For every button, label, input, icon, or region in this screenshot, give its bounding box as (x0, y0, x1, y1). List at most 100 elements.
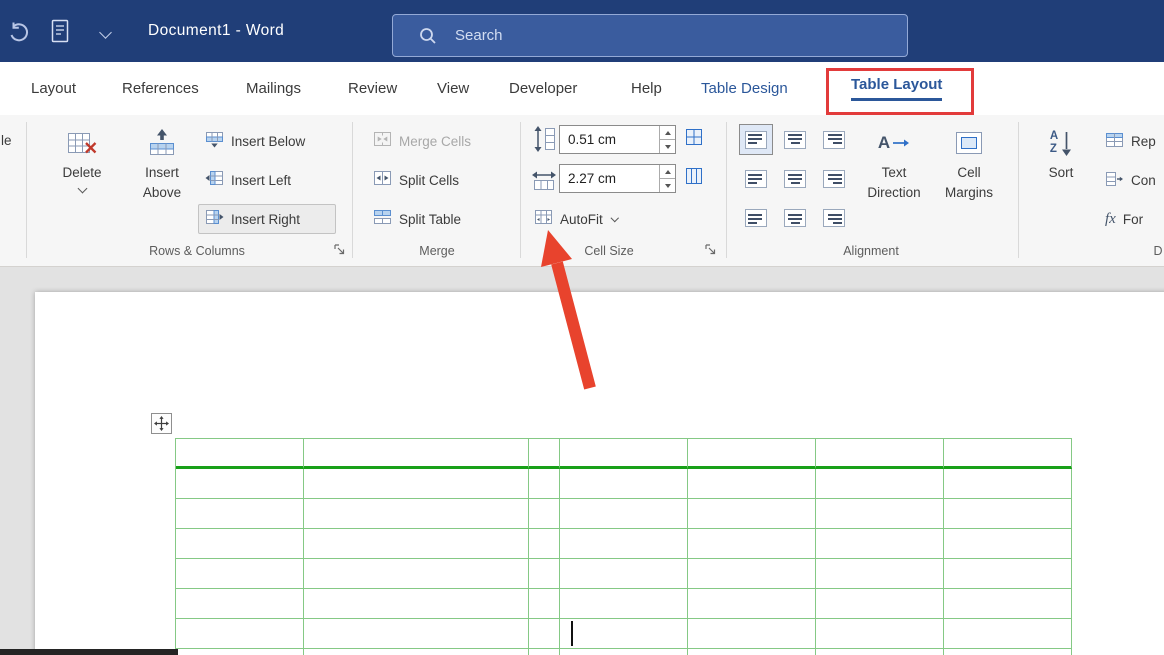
table-cell[interactable] (529, 499, 560, 529)
tab-developer[interactable]: Developer (509, 62, 577, 115)
table-cell[interactable] (529, 619, 560, 649)
table-cell[interactable] (816, 499, 944, 529)
align-center-button[interactable] (778, 163, 812, 194)
delete-button[interactable]: Delete (52, 121, 112, 241)
table-cell[interactable] (304, 499, 529, 529)
height-spin-up-button[interactable] (660, 126, 675, 140)
table-cell[interactable] (560, 499, 688, 529)
convert-to-text-button[interactable]: Con (1098, 165, 1164, 195)
table-cell[interactable] (944, 439, 1072, 469)
table-cell[interactable] (688, 499, 816, 529)
table-cell[interactable] (816, 589, 944, 619)
align-bottom-left-button[interactable] (739, 202, 773, 233)
table-cell[interactable] (944, 589, 1072, 619)
table-cell[interactable] (304, 529, 529, 559)
table-cell[interactable] (560, 619, 688, 649)
align-bottom-right-button[interactable] (817, 202, 851, 233)
undo-icon[interactable] (8, 21, 31, 49)
table-cell[interactable] (944, 619, 1072, 649)
table-row-height-field[interactable]: 0.51 cm (559, 125, 676, 154)
table-cell[interactable] (304, 469, 529, 499)
table-cell[interactable] (176, 649, 304, 655)
autofit-button[interactable]: AutoFit (527, 204, 645, 234)
table-move-handle[interactable] (151, 413, 172, 434)
table-cell[interactable] (176, 529, 304, 559)
table-cell[interactable] (816, 529, 944, 559)
table-cell[interactable] (529, 649, 560, 655)
width-spin-up-button[interactable] (660, 165, 675, 179)
table-cell[interactable] (816, 649, 944, 655)
tab-table-design[interactable]: Table Design (701, 62, 788, 115)
table-cell[interactable] (560, 559, 688, 589)
tab-help[interactable]: Help (631, 62, 662, 115)
table-cell[interactable] (688, 559, 816, 589)
formula-button[interactable]: fx For (1098, 204, 1164, 234)
table-cell[interactable] (816, 439, 944, 469)
table-cell[interactable] (304, 559, 529, 589)
table-cell[interactable] (560, 529, 688, 559)
table-cell[interactable] (304, 649, 529, 655)
document-preview-icon[interactable] (50, 19, 70, 48)
rows-columns-dialog-launcher[interactable] (333, 243, 346, 256)
cell-size-dialog-launcher[interactable] (704, 243, 717, 256)
table-cell[interactable] (816, 559, 944, 589)
align-center-left-button[interactable] (739, 163, 773, 194)
height-spin-down-button[interactable] (660, 140, 675, 153)
cell-margins-button[interactable]: Cell Margins (936, 121, 1002, 241)
split-table-button[interactable]: Split Table (366, 204, 498, 234)
table-cell[interactable] (176, 499, 304, 529)
table-column-width-field[interactable]: 2.27 cm (559, 164, 676, 193)
table-cell[interactable] (944, 559, 1072, 589)
table-cell[interactable] (560, 469, 688, 499)
table-cell[interactable] (304, 619, 529, 649)
insert-above-button[interactable]: Insert Above (131, 121, 193, 241)
table-cell[interactable] (529, 589, 560, 619)
table-cell[interactable] (944, 499, 1072, 529)
split-cells-button[interactable]: Split Cells (366, 165, 498, 195)
search-box[interactable]: Search (392, 14, 908, 57)
tab-review[interactable]: Review (348, 62, 397, 115)
tab-mailings[interactable]: Mailings (246, 62, 301, 115)
align-bottom-center-button[interactable] (778, 202, 812, 233)
table-cell[interactable] (176, 469, 304, 499)
tab-view[interactable]: View (437, 62, 469, 115)
merge-cells-button[interactable]: Merge Cells (366, 126, 498, 156)
table-cell[interactable] (304, 589, 529, 619)
insert-below-button[interactable]: Insert Below (198, 126, 336, 156)
table-cell[interactable] (176, 439, 304, 469)
table-cell[interactable] (529, 439, 560, 469)
tab-references[interactable]: References (122, 62, 199, 115)
tab-layout[interactable]: Layout (31, 62, 76, 115)
width-spin-down-button[interactable] (660, 179, 675, 192)
insert-left-button[interactable]: Insert Left (198, 165, 336, 195)
table-cell[interactable] (688, 649, 816, 655)
table-cell[interactable] (304, 439, 529, 469)
table-cell[interactable] (944, 529, 1072, 559)
table-cell[interactable] (176, 589, 304, 619)
table-cell[interactable] (816, 619, 944, 649)
table-cell[interactable] (688, 439, 816, 469)
sort-button[interactable]: A Z Sort (1035, 121, 1087, 241)
quick-access-chevron-icon[interactable] (99, 26, 112, 39)
text-direction-button[interactable]: A Text Direction (862, 121, 926, 241)
align-top-right-button[interactable] (817, 124, 851, 155)
table-cell[interactable] (560, 439, 688, 469)
align-top-left-button[interactable] (739, 124, 773, 155)
table-cell[interactable] (944, 469, 1072, 499)
table-cell[interactable] (529, 529, 560, 559)
insert-right-button[interactable]: Insert Right (198, 204, 336, 234)
table-cell[interactable] (688, 529, 816, 559)
table-cell[interactable] (816, 469, 944, 499)
table-cell[interactable] (529, 559, 560, 589)
table-cell[interactable] (688, 469, 816, 499)
distribute-columns-button[interactable] (685, 167, 703, 190)
table-cell[interactable] (944, 649, 1072, 655)
table-cell[interactable] (529, 469, 560, 499)
table-cell[interactable] (560, 649, 688, 655)
distribute-rows-button[interactable] (685, 128, 703, 151)
table-cell[interactable] (176, 559, 304, 589)
table-cell[interactable] (688, 589, 816, 619)
table-cell[interactable] (688, 619, 816, 649)
align-top-center-button[interactable] (778, 124, 812, 155)
table-cell[interactable] (560, 589, 688, 619)
